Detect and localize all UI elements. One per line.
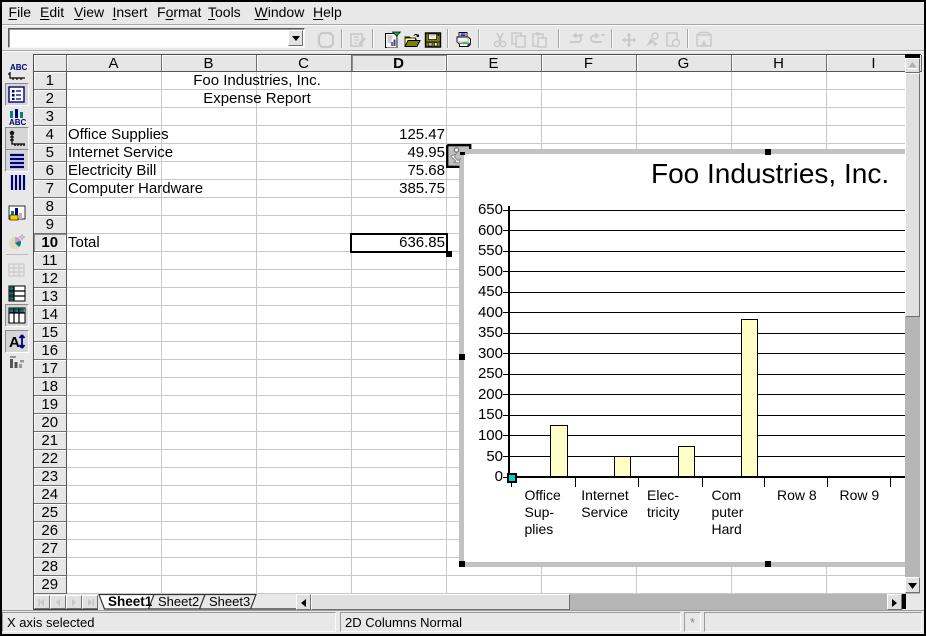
svg-text:Sheet1: Sheet1 bbox=[108, 594, 153, 609]
svg-text:Sheet3: Sheet3 bbox=[209, 594, 250, 609]
svg-text:Sheet2: Sheet2 bbox=[158, 594, 199, 609]
svg-text:ABC: ABC bbox=[10, 63, 27, 72]
svg-text:ABC: ABC bbox=[9, 118, 27, 126]
svg-text:A: A bbox=[9, 334, 20, 351]
